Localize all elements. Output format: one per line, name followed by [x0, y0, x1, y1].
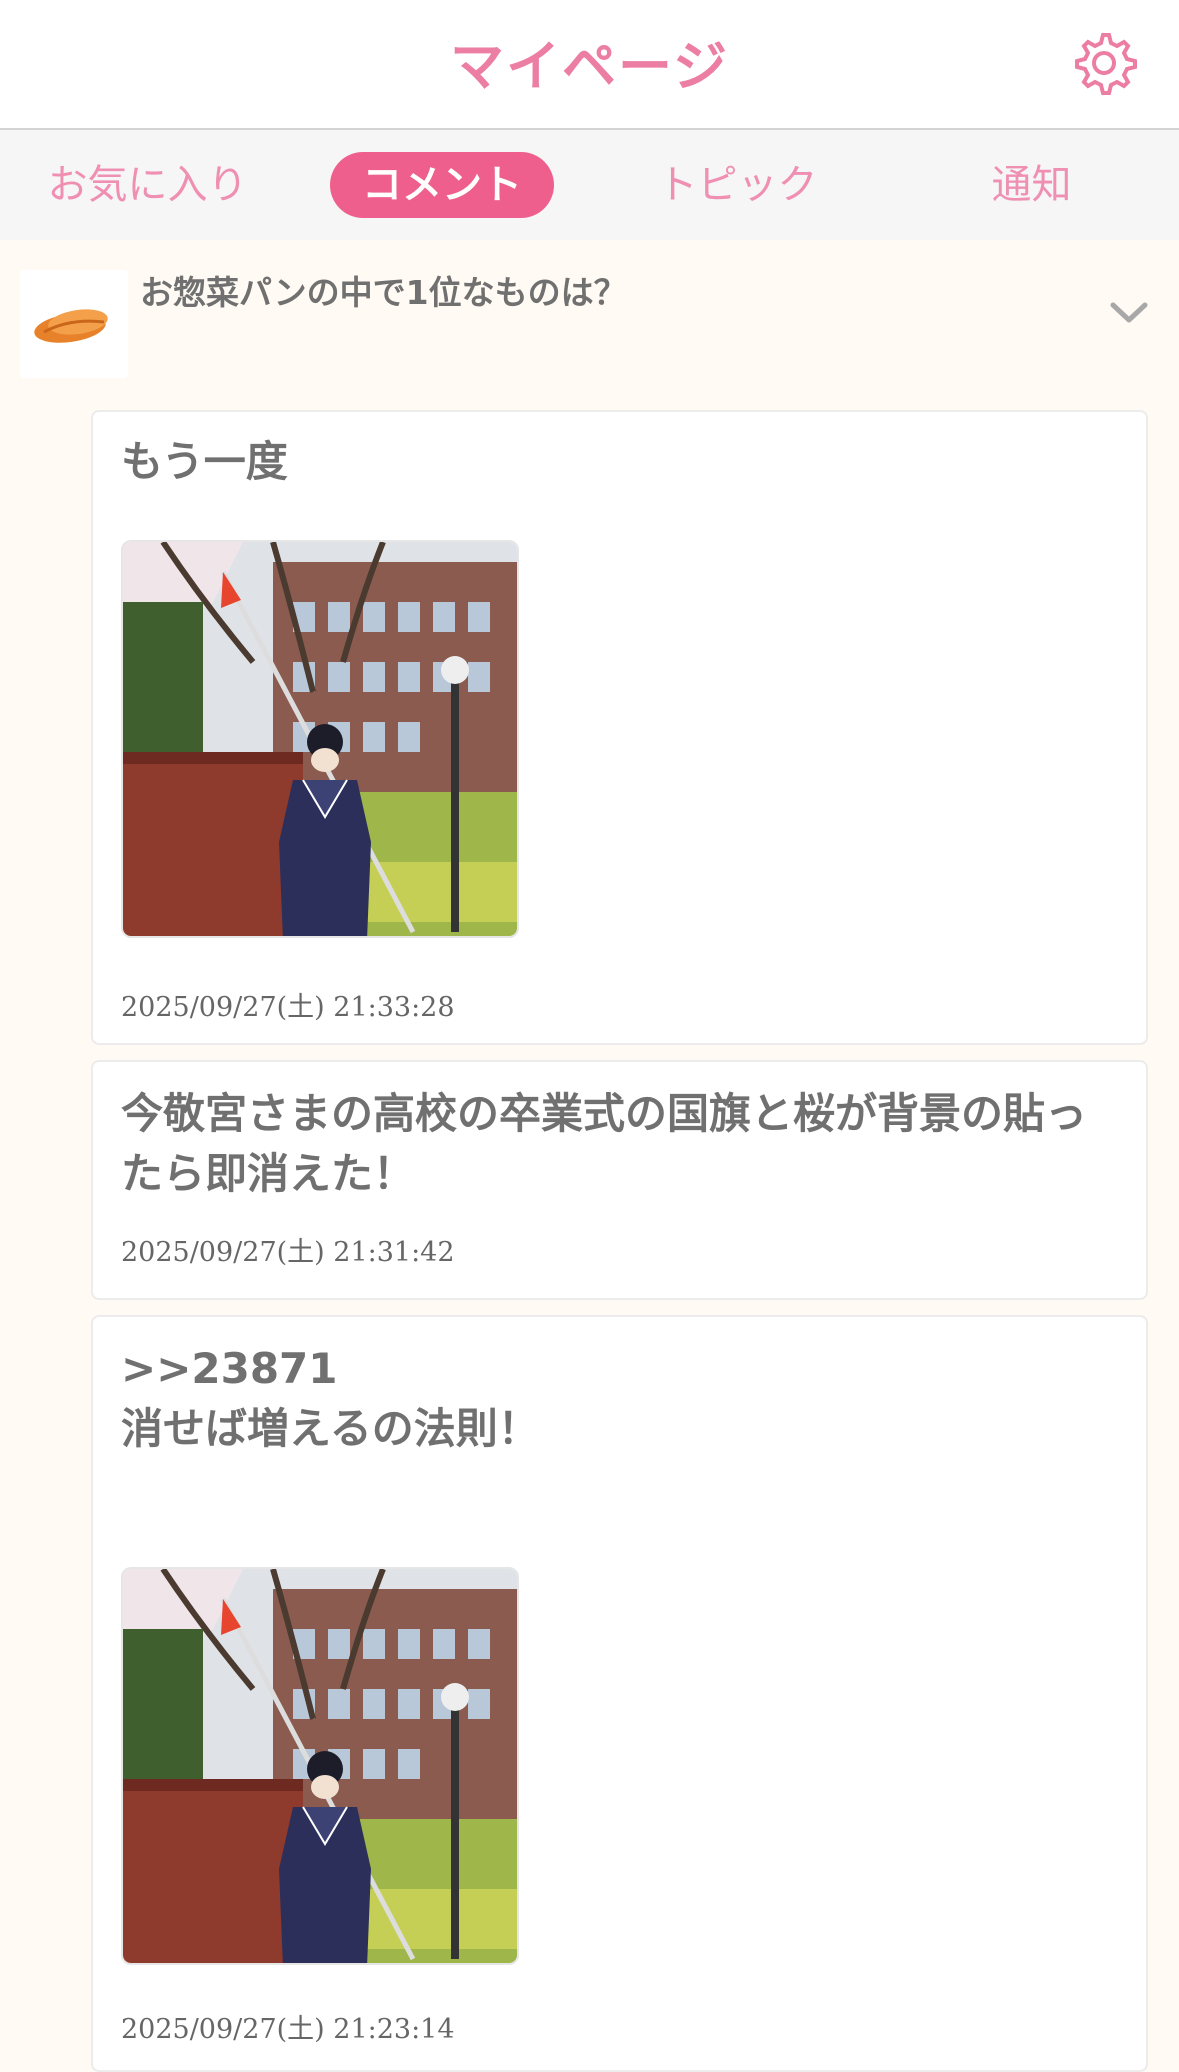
gear-icon[interactable]	[1071, 30, 1137, 96]
tab-favorites[interactable]: お気に入り	[0, 152, 295, 218]
comment-photo[interactable]	[121, 1567, 519, 1965]
tab-bar: お気に入り コメント トピック 通知	[0, 130, 1179, 240]
comment-text: もう一度	[121, 437, 288, 486]
photo-image	[123, 542, 517, 936]
comment-card[interactable]: 今敬宮さまの高校の卒業式の国旗と桜が背景の貼ったら即消えた！ 2025/09/2…	[91, 1060, 1148, 1300]
topic-title[interactable]: お惣菜パンの中で1位なものは？	[140, 266, 627, 314]
comment-card[interactable]: >>23871 消せば増えるの法則！ 2025/09/27(土) 21:23:1…	[91, 1315, 1148, 2072]
comment-date: 2025/09/27(土) 21:31:42	[121, 1237, 455, 1268]
comment-text: >>23871 消せば増えるの法則！	[121, 1344, 540, 1453]
chevron-down-icon[interactable]	[1109, 300, 1149, 326]
tab-notifications[interactable]: 通知	[884, 152, 1179, 218]
comment-card[interactable]: もう一度 2025/09/27(土) 21:33:28	[91, 410, 1148, 1045]
tab-topics[interactable]: トピック	[590, 152, 885, 218]
tab-comments[interactable]: コメント	[330, 152, 554, 218]
topic-row[interactable]: お惣菜パンの中で1位なものは？	[0, 240, 1179, 390]
comment-date: 2025/09/27(土) 21:33:28	[121, 992, 455, 1023]
comment-text: 今敬宮さまの高校の卒業式の国旗と桜が背景の貼ったら即消えた！	[121, 1089, 1088, 1198]
comment-photo[interactable]	[121, 540, 519, 938]
bread-icon	[34, 309, 108, 343]
comment-date: 2025/09/27(土) 21:23:14	[121, 2014, 455, 2045]
page-title: マイページ	[450, 35, 729, 98]
app-header: マイページ	[0, 0, 1179, 130]
topic-thumbnail	[20, 270, 128, 378]
photo-image	[123, 1569, 517, 1963]
